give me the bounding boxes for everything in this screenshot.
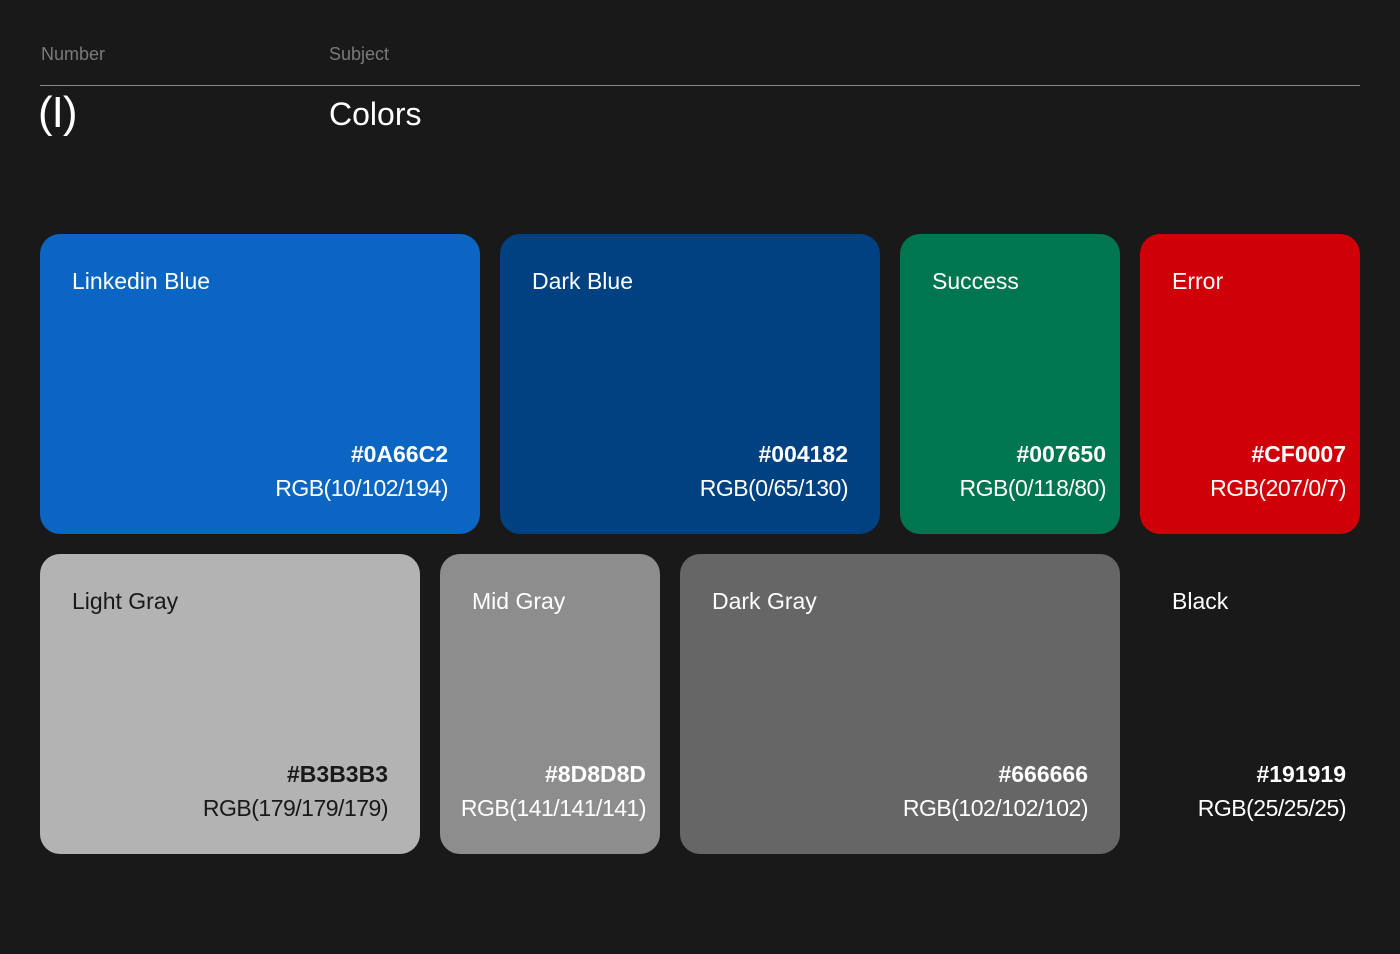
swatch-hex: #0A66C2 bbox=[350, 441, 448, 467]
swatch-rgb: RGB(141/141/141) bbox=[460, 795, 647, 821]
swatch-hex: #007650 bbox=[1016, 441, 1106, 467]
swatch-mid-gray: Mid Gray #8D8D8D RGB(141/141/141) bbox=[440, 554, 660, 854]
swatch-rgb: RGB(10/102/194) bbox=[275, 475, 448, 501]
swatch-hex: #004182 bbox=[758, 441, 848, 467]
swatch-dark-gray: Dark Gray #666666 RGB(102/102/102) bbox=[680, 554, 1120, 854]
swatch-rgb: RGB(102/102/102) bbox=[902, 795, 1089, 821]
swatch-name: Success bbox=[932, 268, 1019, 294]
swatch-hex: #8D8D8D bbox=[545, 761, 646, 787]
subject-column-label: Subject bbox=[329, 44, 390, 64]
swatch-success: Success #007650 RGB(0/118/80) bbox=[900, 234, 1120, 534]
swatch-rgb: RGB(0/65/130) bbox=[699, 475, 849, 501]
swatch-error: Error #CF0007 RGB(207/0/7) bbox=[1140, 234, 1360, 534]
swatch-rgb: RGB(179/179/179) bbox=[202, 795, 389, 821]
header-divider bbox=[40, 85, 1360, 86]
swatch-hex: #191919 bbox=[1256, 761, 1346, 787]
swatch-light-gray: Light Gray #B3B3B3 RGB(179/179/179) bbox=[40, 554, 420, 854]
swatch-rgb: RGB(0/118/80) bbox=[959, 475, 1107, 501]
swatch-name: Linkedin Blue bbox=[72, 268, 211, 294]
swatch-name: Error bbox=[1172, 268, 1224, 294]
swatch-name: Black bbox=[1172, 588, 1229, 614]
number-column-label: Number bbox=[41, 44, 106, 64]
swatch-black: Black #191919 RGB(25/25/25) bbox=[1140, 554, 1360, 854]
swatch-linkedin-blue: Linkedin Blue #0A66C2 RGB(10/102/194) bbox=[40, 234, 480, 534]
swatch-name: Light Gray bbox=[72, 588, 179, 614]
swatch-name: Dark Gray bbox=[712, 588, 817, 614]
swatch-hex: #666666 bbox=[998, 761, 1088, 787]
swatch-hex: #CF0007 bbox=[1251, 441, 1346, 467]
swatch-rgb: RGB(207/0/7) bbox=[1210, 475, 1346, 501]
swatch-hex: #B3B3B3 bbox=[287, 761, 388, 787]
section-number: (I) bbox=[38, 88, 78, 137]
swatch-name: Mid Gray bbox=[472, 588, 566, 614]
swatch-name: Dark Blue bbox=[532, 268, 633, 294]
header-labels: Number Subject bbox=[40, 44, 1360, 66]
section-title: Colors bbox=[329, 96, 422, 132]
swatch-rgb: RGB(25/25/25) bbox=[1197, 795, 1347, 821]
swatch-dark-blue: Dark Blue #004182 RGB(0/65/130) bbox=[500, 234, 880, 534]
